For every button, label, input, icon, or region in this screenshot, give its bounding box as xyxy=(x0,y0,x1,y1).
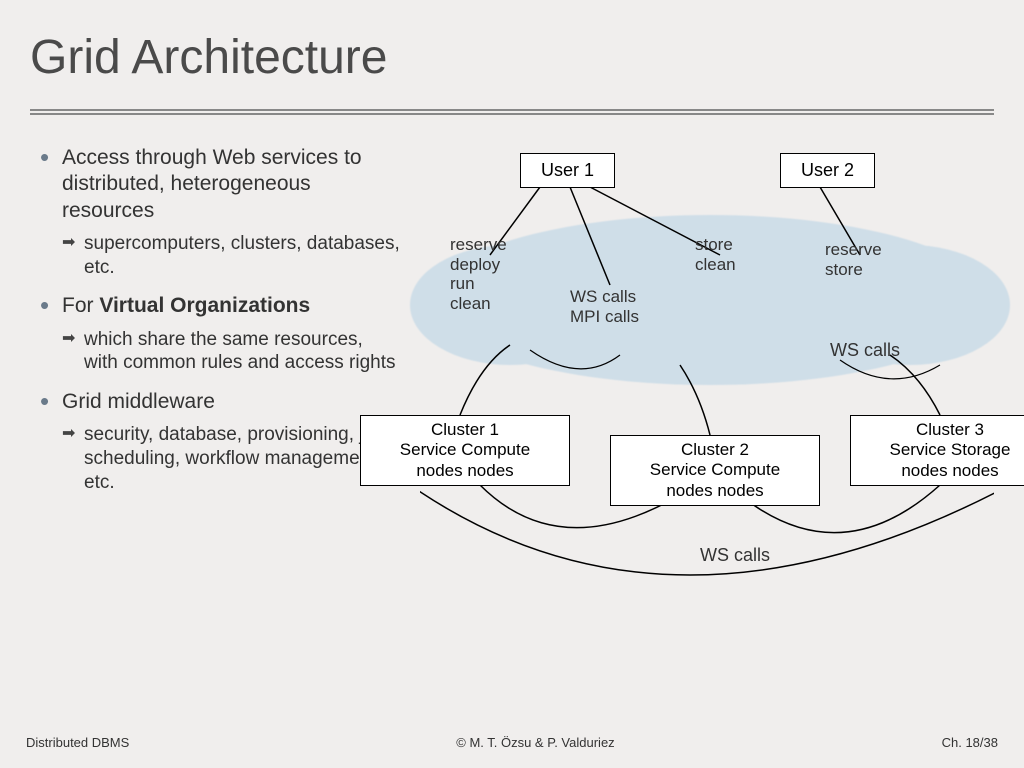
title-divider xyxy=(30,109,994,115)
actions-ws-mpi: WS calls MPI calls xyxy=(570,287,639,326)
bullet-column: Access through Web services to distribut… xyxy=(30,145,400,625)
ws-calls-bottom: WS calls xyxy=(700,545,770,566)
bullet-2: For Virtual Organizations which share th… xyxy=(40,293,400,375)
actions-store-clean: store clean xyxy=(695,235,736,274)
bullet-2-bold: Virtual Organizations xyxy=(99,294,310,317)
actions-reserve-store: reserve store xyxy=(825,240,882,279)
slide-title: Grid Architecture xyxy=(30,30,994,85)
bullet-3-sub-1: security, database, provisioning, job sc… xyxy=(62,423,400,494)
bullet-3-text: Grid middleware xyxy=(62,390,215,413)
bullet-1-text: Access through Web services to distribut… xyxy=(62,146,362,222)
cluster-3-box: Cluster 3 Service Storage nodes nodes xyxy=(850,415,1024,486)
footer-center: © M. T. Özsu & P. Valduriez xyxy=(456,735,614,750)
cluster-1-box: Cluster 1 Service Compute nodes nodes xyxy=(360,415,570,486)
bullet-2-sub-1: which share the same resources, with com… xyxy=(62,328,400,376)
diagram-area: User 1 User 2 reserve deploy run clean W… xyxy=(420,145,994,625)
footer-left: Distributed DBMS xyxy=(26,735,129,750)
user-1-box: User 1 xyxy=(520,153,615,188)
user-2-box: User 2 xyxy=(780,153,875,188)
cluster-2-box: Cluster 2 Service Compute nodes nodes xyxy=(610,435,820,506)
actions-reserve-deploy: reserve deploy run clean xyxy=(450,235,507,313)
bullet-2-pre: For xyxy=(62,294,99,317)
bullet-3: Grid middleware security, database, prov… xyxy=(40,389,400,495)
slide-footer: Distributed DBMS © M. T. Özsu & P. Valdu… xyxy=(26,735,998,750)
footer-right: Ch. 18/38 xyxy=(942,735,998,750)
bullet-1: Access through Web services to distribut… xyxy=(40,145,400,279)
bullet-1-sub-1: supercomputers, clusters, databases, etc… xyxy=(62,232,400,280)
ws-calls-right: WS calls xyxy=(830,340,900,361)
